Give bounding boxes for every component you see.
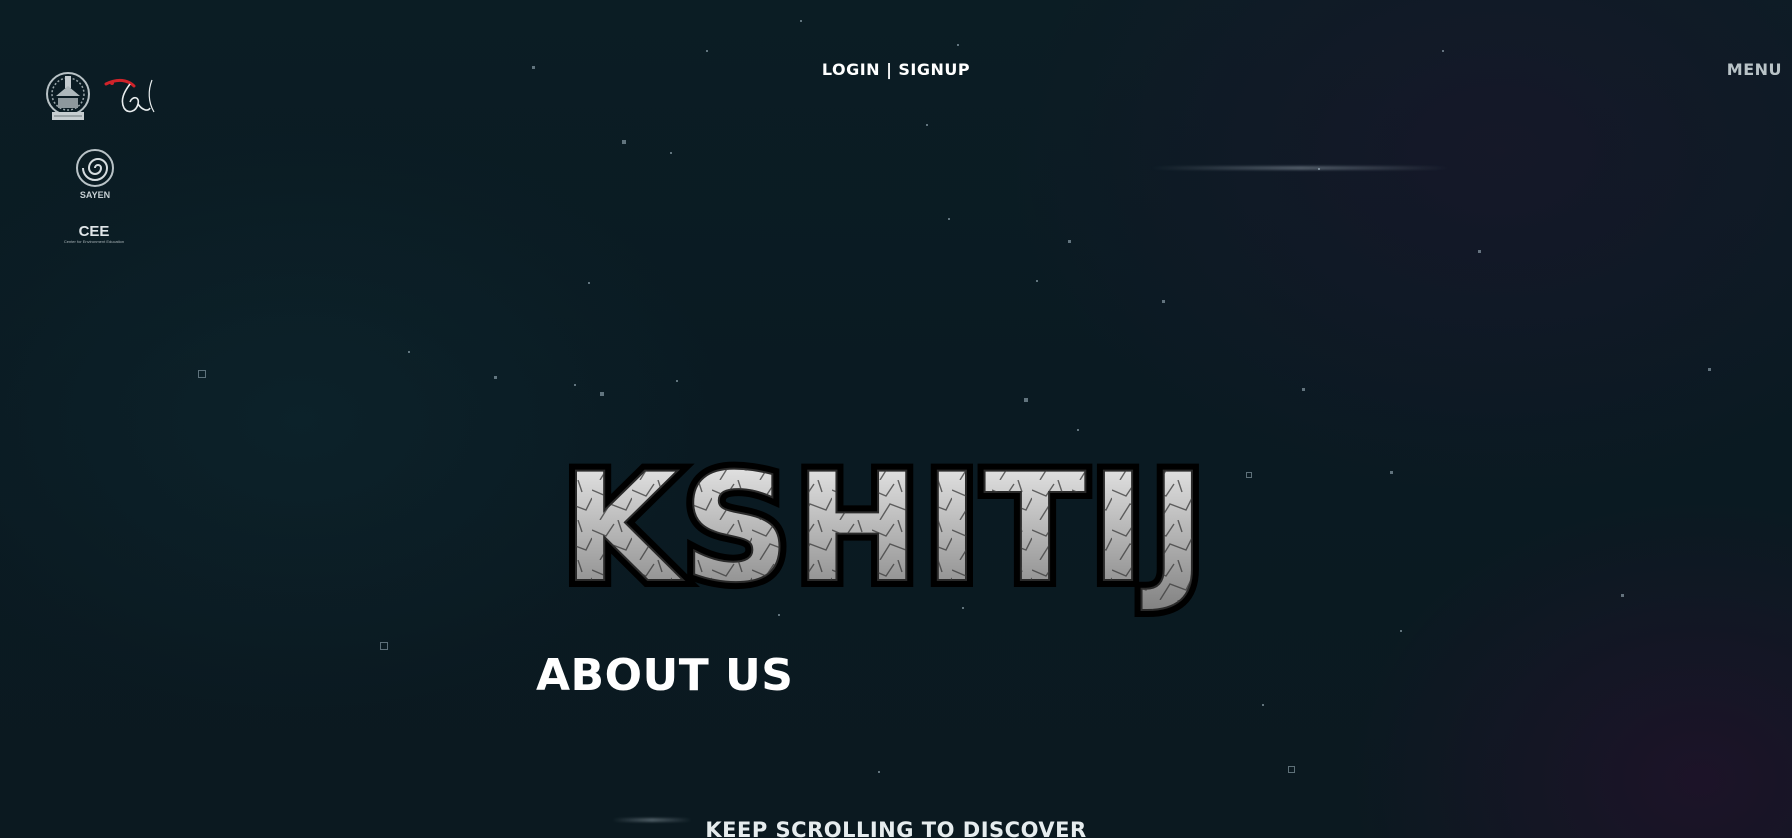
star <box>706 50 708 52</box>
star <box>948 218 950 220</box>
star <box>198 370 206 378</box>
kshitij-bird-logo-icon[interactable] <box>104 74 158 120</box>
star <box>494 376 497 379</box>
light-streak <box>1150 166 1450 170</box>
auth-separator: | <box>886 60 893 79</box>
cee-logo[interactable]: CEE Center for Environment Education <box>62 224 126 254</box>
star <box>408 351 410 353</box>
star <box>878 771 880 773</box>
star <box>1036 280 1038 282</box>
star <box>1621 594 1624 597</box>
star <box>1068 240 1071 243</box>
section-title: ABOUT US <box>536 650 794 701</box>
signup-link[interactable]: SIGNUP <box>898 60 970 79</box>
star <box>957 44 959 46</box>
brand-title-texture: KSHITIJ <box>562 442 1210 616</box>
login-link[interactable]: LOGIN <box>822 60 880 79</box>
star <box>380 642 388 650</box>
star <box>1077 429 1079 431</box>
starfield <box>0 0 1792 838</box>
star <box>1442 50 1444 52</box>
star <box>1024 398 1028 402</box>
star <box>1390 471 1393 474</box>
star <box>926 124 928 126</box>
scroll-hint: KEEP SCROLLING TO DISCOVER <box>705 818 1087 838</box>
star <box>1478 250 1481 253</box>
star <box>588 282 590 284</box>
sayen-logo[interactable]: SAYEN <box>70 148 120 200</box>
star <box>1262 704 1264 706</box>
auth-links: LOGIN | SIGNUP <box>0 60 1792 79</box>
star <box>800 20 802 22</box>
star <box>1400 630 1402 632</box>
star <box>1162 300 1165 303</box>
kshitij-brand-logo: KSHITIJ KSHITIJ KSHITIJ <box>512 435 1260 623</box>
cee-caption: CEE <box>78 223 110 240</box>
star <box>1288 766 1295 773</box>
sayen-spiral-icon <box>76 149 114 187</box>
cee-subcaption: Center for Environment Education <box>63 239 125 244</box>
star <box>676 380 678 382</box>
star <box>600 392 604 396</box>
star <box>622 140 626 144</box>
menu-button[interactable]: MENU <box>1727 60 1782 79</box>
star <box>1708 368 1711 371</box>
star <box>1302 388 1305 391</box>
star <box>670 152 672 154</box>
sayen-caption: SAYEN <box>79 190 111 200</box>
star <box>574 384 576 386</box>
